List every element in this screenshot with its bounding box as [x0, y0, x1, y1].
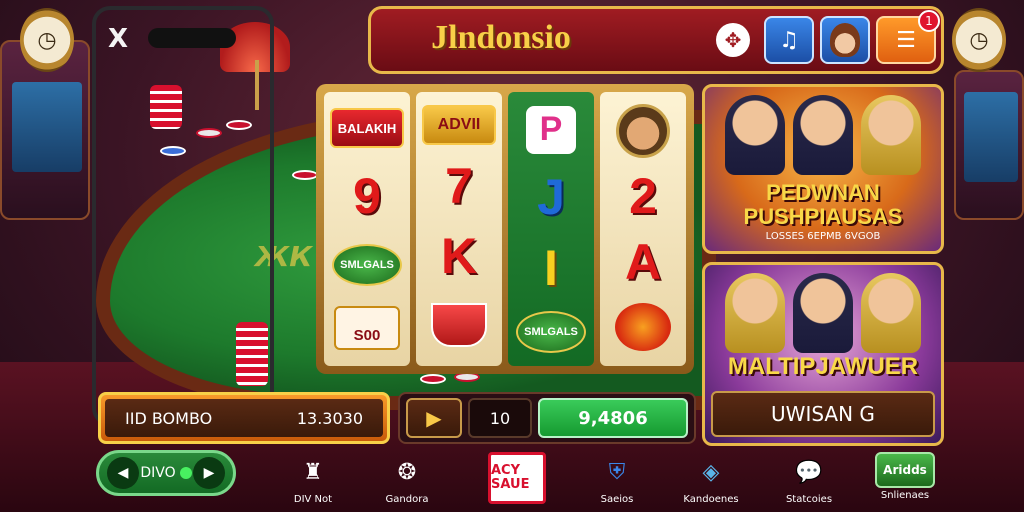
status-dot-icon [179, 467, 192, 479]
menu-icon: ☰ [896, 27, 916, 53]
promo-title: MALTIPJAWUER [727, 353, 919, 380]
nav-item-gandora[interactable]: ❂ Gandora [368, 452, 446, 512]
reel-2: ADVII 7 K [416, 92, 502, 366]
music-icon: ♫ [779, 27, 799, 53]
wall-clock-icon: ◷ [20, 8, 74, 72]
gear-icon: ✥ [716, 23, 750, 57]
promo-card-bottom[interactable]: MALTIPJAWUER UWISAN G [702, 262, 944, 446]
trophy-icon: Aridds [875, 452, 935, 488]
promo-subtitle: LOSSES 6EPMB 6VGOB [765, 231, 881, 242]
character-icon [725, 95, 785, 175]
music-button[interactable]: ♫ [764, 16, 814, 64]
chat-icon: 💬 [795, 459, 823, 485]
bonus-label: IID BOMBO [125, 408, 213, 428]
chevron-right-icon[interactable]: ▶ [192, 457, 225, 489]
nav-item-div-not[interactable]: ♜ DIV Not [274, 452, 352, 512]
reel-1: BALAKIH 9 SMLGALS S00 [324, 92, 410, 366]
reel-symbol-letter: P [526, 105, 576, 154]
phone-notch [148, 28, 236, 48]
reel-symbol-letter: I [544, 239, 558, 296]
nav-item-kandoenes[interactable]: ◈ Kandoenes [672, 452, 750, 512]
play-icon: ▶ [426, 406, 442, 430]
nav-item-statcoies[interactable]: 💬 Statcoies [770, 452, 848, 512]
chevron-left-icon[interactable]: ◀ [107, 457, 139, 489]
character-icon [861, 95, 921, 175]
promo-characters [705, 95, 941, 175]
nav-label: Snlienaes [880, 490, 930, 501]
nav-item-saeios[interactable]: ⛨ Saeios [578, 452, 656, 512]
nav-label: Kandoenes [683, 494, 739, 505]
nav-label: Statcoies [785, 494, 833, 505]
reel-symbol-number: 9 [353, 168, 381, 224]
cup-icon [431, 303, 487, 348]
face-icon [616, 103, 670, 158]
mode-toggle[interactable]: ◀ DIVO ▶ [96, 450, 236, 496]
nav-label: Gandora [385, 494, 429, 505]
character-icon [725, 273, 785, 353]
promo-button[interactable]: UWISAN G [711, 391, 935, 437]
control-bar: ▶ 10 9,4806 [398, 392, 696, 444]
character-icon [861, 273, 921, 353]
reel-symbol-banner: BALAKIH [330, 108, 404, 148]
reel-symbol-number: 2 [629, 168, 657, 225]
settings-button[interactable]: ✥ [708, 16, 758, 64]
background-slot-machine-right [954, 70, 1024, 220]
win-value: 9,4806 [538, 398, 688, 438]
slot-reels: BALAKIH 9 SMLGALS S00 ADVII 7 K P J I SM… [316, 84, 694, 374]
logo-icon: ACY SAUE [488, 452, 546, 504]
promo-title-line2: PUSHPIAUSAS [743, 204, 903, 229]
reel-symbol-banner: ADVII [422, 104, 496, 145]
toggle-label: DIVO [140, 465, 176, 481]
fruit-icon [615, 303, 671, 352]
promo-characters [705, 273, 941, 353]
reel-symbol-number: 7 [445, 158, 473, 215]
reel-symbol-letter: A [624, 233, 662, 290]
avatar-icon [830, 23, 860, 57]
reel-symbol-badge: SMLGALS [516, 310, 586, 353]
chip [292, 170, 318, 180]
promo-title-line1: PEDWNAN [766, 180, 880, 205]
shield-icon: ⛨ [608, 459, 626, 485]
phone-frame [92, 6, 274, 426]
bonus-bar: IID BOMBO 13.3030 [98, 392, 390, 444]
close-button[interactable]: X [108, 24, 128, 54]
game-title: Jlndonsio [431, 19, 571, 56]
reel-symbol-letter: J [537, 168, 565, 225]
nav-item-acy-saue[interactable]: ACY SAUE [478, 452, 556, 512]
nav-label: DIV Not [293, 494, 333, 505]
spin-button[interactable]: ▶ [406, 398, 462, 438]
reel-symbol-box: S00 [334, 306, 400, 350]
bonus-value: 13.3030 [296, 408, 363, 428]
reel-3: P J I SMLGALS [508, 92, 594, 366]
badge-icon: ◈ [702, 459, 720, 485]
notification-badge: 1 [918, 10, 940, 32]
promo-title: PEDWNAN PUSHPIAUSAS [705, 181, 941, 229]
character-icon [793, 273, 853, 353]
reel-symbol-badge: SMLGALS [332, 244, 402, 286]
character-icon [793, 95, 853, 175]
nav-item-snlienaes[interactable]: Aridds Snlienaes [866, 452, 944, 512]
toggle-label-wrap: DIVO [140, 465, 192, 481]
promo-card-top[interactable]: PEDWNAN PUSHPIAUSAS LOSSES 6EPMB 6VGOB [702, 84, 944, 254]
emblem-icon: ❂ [397, 459, 417, 485]
tower-icon: ♜ [303, 459, 323, 485]
reel-symbol-letter: K [440, 227, 478, 284]
wall-clock-icon: ◷ [952, 8, 1006, 72]
reel-4: 2 A [600, 92, 686, 366]
chip [420, 374, 446, 384]
lines-value[interactable]: 10 [468, 398, 532, 438]
profile-button[interactable] [820, 16, 870, 64]
nav-label: Saeios [600, 494, 634, 505]
